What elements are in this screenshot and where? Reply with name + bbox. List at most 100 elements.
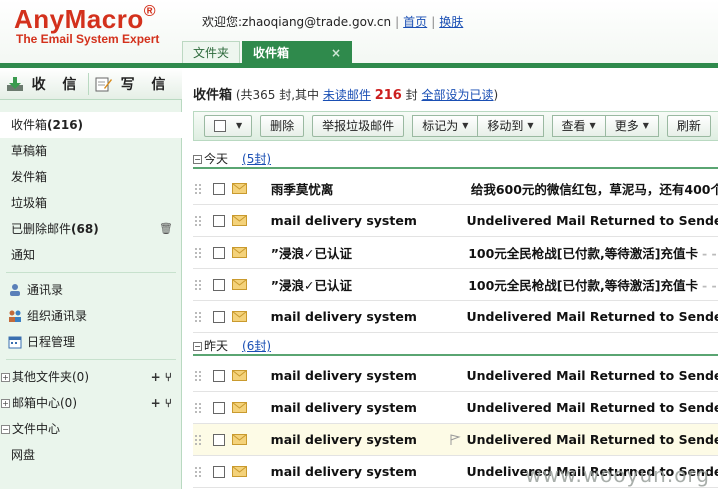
mail-toolbar: ▼ 删除 举报垃圾邮件 标记为 ▼ 移动到 ▼ 查看 ▼ 更多 ▼ 刷新 xyxy=(193,111,718,141)
chevron-down-icon: ▼ xyxy=(527,121,534,130)
sidebar: 收 信 写 信 收件箱(216) 草稿箱 发件箱 垃圾箱 已删除邮件(68) 🗑 xyxy=(0,68,182,489)
select-all-checkbox[interactable] xyxy=(214,120,226,132)
mail-row[interactable]: mail delivery system Undelivered Mail Re… xyxy=(193,360,718,392)
group-today-header[interactable]: − 今天 (5封) xyxy=(193,151,718,169)
mail-row[interactable]: mail delivery system Undelivered Mail Re… xyxy=(193,205,718,237)
mark-move-group: 标记为 ▼ 移动到 ▼ xyxy=(412,115,544,137)
drag-handle-icon[interactable] xyxy=(194,278,202,291)
drag-handle-icon[interactable] xyxy=(194,182,202,195)
drag-handle-icon[interactable] xyxy=(194,246,202,259)
compose-bar: 收 信 写 信 xyxy=(0,68,182,100)
flag-icon[interactable] xyxy=(449,434,461,446)
drag-handle-icon[interactable] xyxy=(194,433,202,446)
trash-icon[interactable]: 🗑 xyxy=(159,216,173,242)
tab-folders-label: 文件夹 xyxy=(193,46,230,60)
folder-drafts[interactable]: 草稿箱 xyxy=(0,138,182,164)
drag-handle-icon[interactable] xyxy=(194,310,202,323)
sidebar-group-file-center[interactable]: − 文件中心 xyxy=(0,416,182,442)
row-checkbox[interactable] xyxy=(212,310,225,323)
row-checkbox[interactable] xyxy=(212,246,225,259)
view-label: 查看 xyxy=(561,119,586,133)
drag-handle-icon[interactable] xyxy=(194,369,202,382)
tab-inbox[interactable]: 收件箱 × xyxy=(242,41,353,63)
receive-button[interactable]: 收 信 xyxy=(0,68,88,100)
mark-as-button[interactable]: 标记为 ▼ xyxy=(412,115,479,137)
contacts-icon xyxy=(10,284,20,296)
mail-sender: 雨季莫忧离 xyxy=(270,182,334,197)
envelope-icon xyxy=(231,279,247,290)
row-checkbox[interactable] xyxy=(212,401,225,414)
row-checkbox[interactable] xyxy=(212,182,225,195)
move-to-button[interactable]: 移动到 ▼ xyxy=(478,115,544,137)
collapse-icon[interactable]: − xyxy=(193,154,202,164)
watermark: www.wooyun.org xyxy=(525,463,710,487)
logo-text: AnyMacro xyxy=(14,4,144,34)
sidebar-item-label: 网盘 xyxy=(11,448,36,462)
row-checkbox[interactable] xyxy=(212,214,225,227)
collapse-icon[interactable]: − xyxy=(193,341,202,351)
drag-handle-icon[interactable] xyxy=(194,465,202,478)
view-button[interactable]: 查看 ▼ xyxy=(551,115,606,137)
mail-sender: mail delivery system xyxy=(270,400,417,415)
home-link[interactable]: 首页 xyxy=(403,15,427,29)
summary-text: 封 xyxy=(401,88,422,102)
delete-button[interactable]: 删除 xyxy=(260,115,305,137)
welcome-text: 欢迎您:zhaoqiang@trade.gov.cn xyxy=(202,15,392,29)
envelope-icon xyxy=(231,466,247,477)
drag-handle-icon[interactable] xyxy=(194,401,202,414)
close-icon[interactable]: × xyxy=(331,42,341,63)
sidebar-group-other-folders[interactable]: + 其他文件夹(0) + ⑂ xyxy=(0,364,182,390)
folder-junk[interactable]: 垃圾箱 xyxy=(0,190,182,216)
folder-sent[interactable]: 发件箱 xyxy=(0,164,182,190)
folder-list: 收件箱(216) 草稿箱 发件箱 垃圾箱 已删除邮件(68) 🗑 通知 通讯录 … xyxy=(0,112,182,468)
row-checkbox[interactable] xyxy=(212,278,225,291)
logo: AnyMacro® The Email System Expert xyxy=(14,3,159,46)
expand-icon[interactable]: + xyxy=(1,398,10,408)
folder-count: (68) xyxy=(71,222,99,236)
sidebar-item-calendar[interactable]: 日程管理 xyxy=(0,329,182,355)
drag-handle-icon[interactable] xyxy=(194,214,202,227)
refresh-button[interactable]: 刷新 xyxy=(666,115,711,137)
mail-row[interactable]: mail delivery system Undelivered Mail Re… xyxy=(193,424,718,456)
folder-inbox[interactable]: 收件箱(216) xyxy=(0,112,182,138)
mail-row[interactable]: 雨季莫忧离 给我600元的微信红包，草泥马，还有400个 xyxy=(193,173,718,205)
more-button[interactable]: 更多 ▼ xyxy=(605,115,659,137)
sidebar-item-netdisk[interactable]: 网盘 xyxy=(0,442,182,468)
sidebar-item-contacts[interactable]: 通讯录 xyxy=(0,277,182,303)
skin-link[interactable]: 换肤 xyxy=(439,15,463,29)
tab-inbox-label: 收件箱 xyxy=(253,46,290,60)
summary-text: (共365 封,其中 xyxy=(235,88,323,102)
tab-folders[interactable]: 文件夹 xyxy=(182,41,241,63)
compose-button[interactable]: 写 信 xyxy=(89,68,177,100)
select-dropdown[interactable]: ▼ xyxy=(204,115,253,137)
group-actions[interactable]: + ⑂ xyxy=(151,390,172,416)
mail-row[interactable]: mail delivery system Undelivered Mail Re… xyxy=(193,392,718,424)
sidebar-item-label: 通讯录 xyxy=(27,283,64,297)
row-checkbox[interactable] xyxy=(212,433,225,446)
compose-label: 写 信 xyxy=(120,77,172,93)
mail-subject: Undelivered Mail Returned to Sender xyxy=(466,432,718,447)
chevron-down-icon: ▼ xyxy=(462,121,469,130)
row-checkbox[interactable] xyxy=(212,369,225,382)
report-spam-button[interactable]: 举报垃圾邮件 xyxy=(312,115,405,137)
sidebar-item-org-contacts[interactable]: 组织通讯录 xyxy=(0,303,182,329)
folder-deleted[interactable]: 已删除邮件(68) 🗑 xyxy=(0,216,182,242)
sidebar-group-mail-center[interactable]: + 邮箱中心(0) + ⑂ xyxy=(0,390,182,416)
mail-row[interactable]: ”浸浪✓已认证 100元全民枪战[已付款,等待激活]充值卡 - - - xyxy=(193,269,718,301)
folder-notice[interactable]: 通知 xyxy=(0,242,182,268)
group-actions[interactable]: + ⑂ xyxy=(151,364,172,390)
collapse-icon[interactable]: − xyxy=(1,424,10,434)
mail-row[interactable]: mail delivery system Undelivered Mail Re… xyxy=(193,301,718,333)
group-count[interactable]: (6封) xyxy=(242,338,271,354)
mail-sender: mail delivery system xyxy=(270,368,417,383)
mail-row[interactable]: ”浸浪✓已认证 100元全民枪战[已付款,等待激活]充值卡 - - - xyxy=(193,237,718,269)
group-yesterday-header[interactable]: − 昨天 (6封) xyxy=(193,338,718,356)
unread-link[interactable]: 未读邮件 xyxy=(323,88,371,102)
mark-all-read-link[interactable]: 全部设为已读 xyxy=(422,88,494,102)
group-count[interactable]: (5封) xyxy=(242,151,271,167)
folder-label: 发件箱 xyxy=(11,170,48,184)
summary-text: ) xyxy=(493,88,499,102)
row-checkbox[interactable] xyxy=(212,465,225,478)
expand-icon[interactable]: + xyxy=(1,372,10,382)
group-label: 今天 xyxy=(204,152,229,166)
